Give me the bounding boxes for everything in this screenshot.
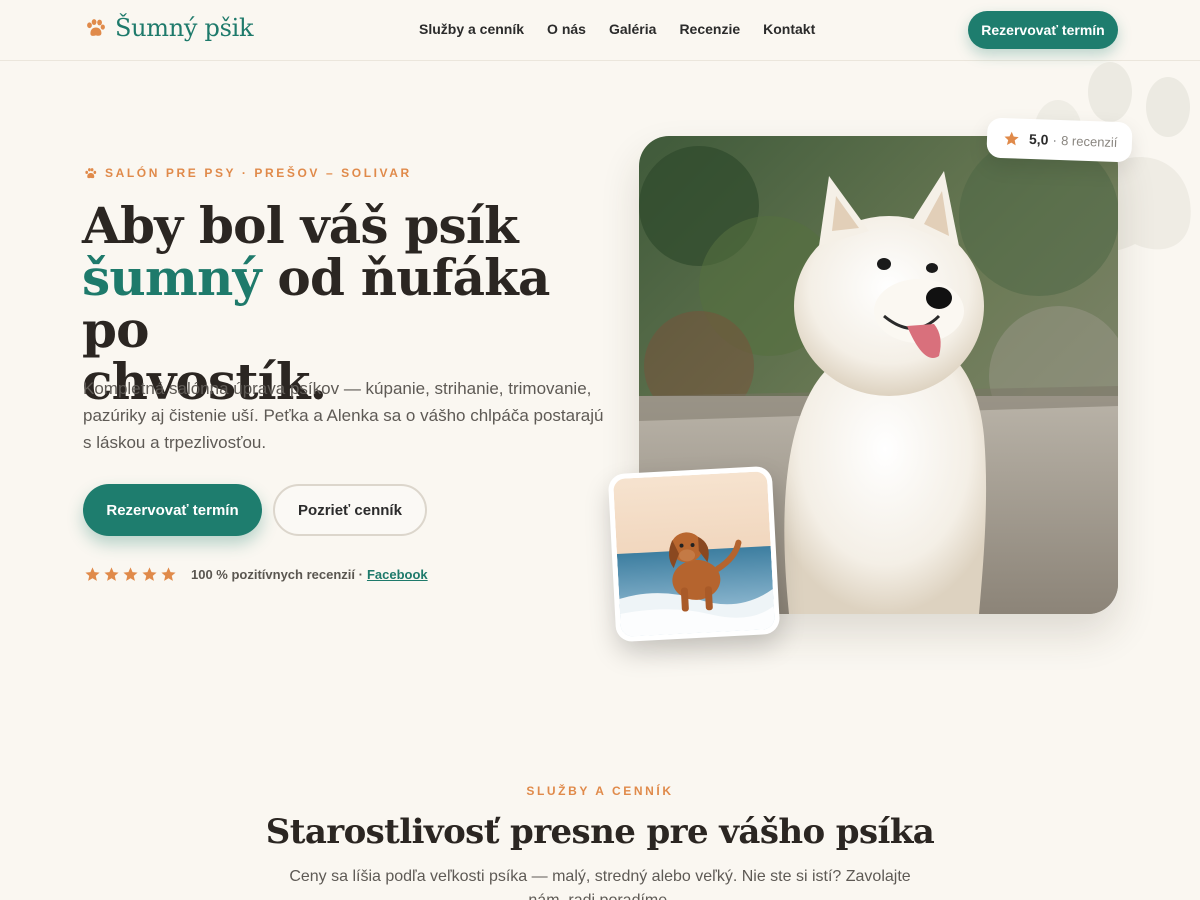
rating-score: 5,0 <box>1028 130 1049 148</box>
paw-icon <box>87 19 105 36</box>
facebook-link[interactable]: Facebook <box>367 567 428 582</box>
rating-text: 100 % pozitívnych recenzií · <box>191 567 363 582</box>
hero-title-accent: šumný <box>82 248 262 307</box>
hero-description: Kompletná salónna úprava psíkov — kúpani… <box>83 379 604 452</box>
book-appointment-button[interactable]: Rezervovať termín <box>83 484 262 536</box>
hero-eyebrow: SALÓN PRE PSY · PREŠOV – SOLIVAR <box>84 166 412 180</box>
services-title: Starostlivosť presne pre vášho psíka <box>265 812 935 852</box>
star-icon <box>142 567 157 581</box>
star-icon <box>1004 131 1019 145</box>
star-icon <box>104 567 119 581</box>
hero-rating: 100 % pozitívnych recenzií · Facebook <box>84 566 428 583</box>
beach-dog-photo <box>607 465 781 643</box>
rating-separator: · <box>1052 131 1058 148</box>
services-eyebrow: SLUŽBY A CENNÍK <box>526 784 674 798</box>
star-rating <box>84 566 179 583</box>
site-header: Šumný pšik Služby a cenník O nás Galéria… <box>0 0 1200 61</box>
services-description: Ceny sa líšia podľa veľkosti psíka — mal… <box>289 868 911 900</box>
nav-link-contact[interactable]: Kontakt <box>763 21 815 37</box>
rating-badge: 5,0 · 8 recenzií <box>986 117 1133 163</box>
header-book-button[interactable]: Rezervovať termín <box>968 11 1118 49</box>
nav-link-about[interactable]: O nás <box>547 21 586 37</box>
star-icon <box>123 567 138 581</box>
logo-text: Šumný pšik <box>115 14 254 42</box>
logo[interactable]: Šumný pšik <box>84 14 254 42</box>
nav-link-reviews[interactable]: Recenzie <box>679 21 740 37</box>
view-pricing-button[interactable]: Pozrieť cenník <box>273 484 427 536</box>
running-dog-illustration <box>612 471 776 637</box>
star-icon <box>85 567 100 581</box>
nav-link-gallery[interactable]: Galéria <box>609 21 656 37</box>
paw-icon <box>85 167 97 178</box>
star-icon <box>161 567 176 581</box>
nav-link-services[interactable]: Služby a cenník <box>419 21 524 37</box>
hero-eyebrow-text: SALÓN PRE PSY · PREŠOV – SOLIVAR <box>105 166 412 180</box>
hero-title-line1: Aby bol váš psík <box>82 196 519 255</box>
main-nav: Služby a cenník O nás Galéria Recenzie K… <box>419 21 838 37</box>
rating-count: 8 recenzií <box>1060 132 1118 150</box>
